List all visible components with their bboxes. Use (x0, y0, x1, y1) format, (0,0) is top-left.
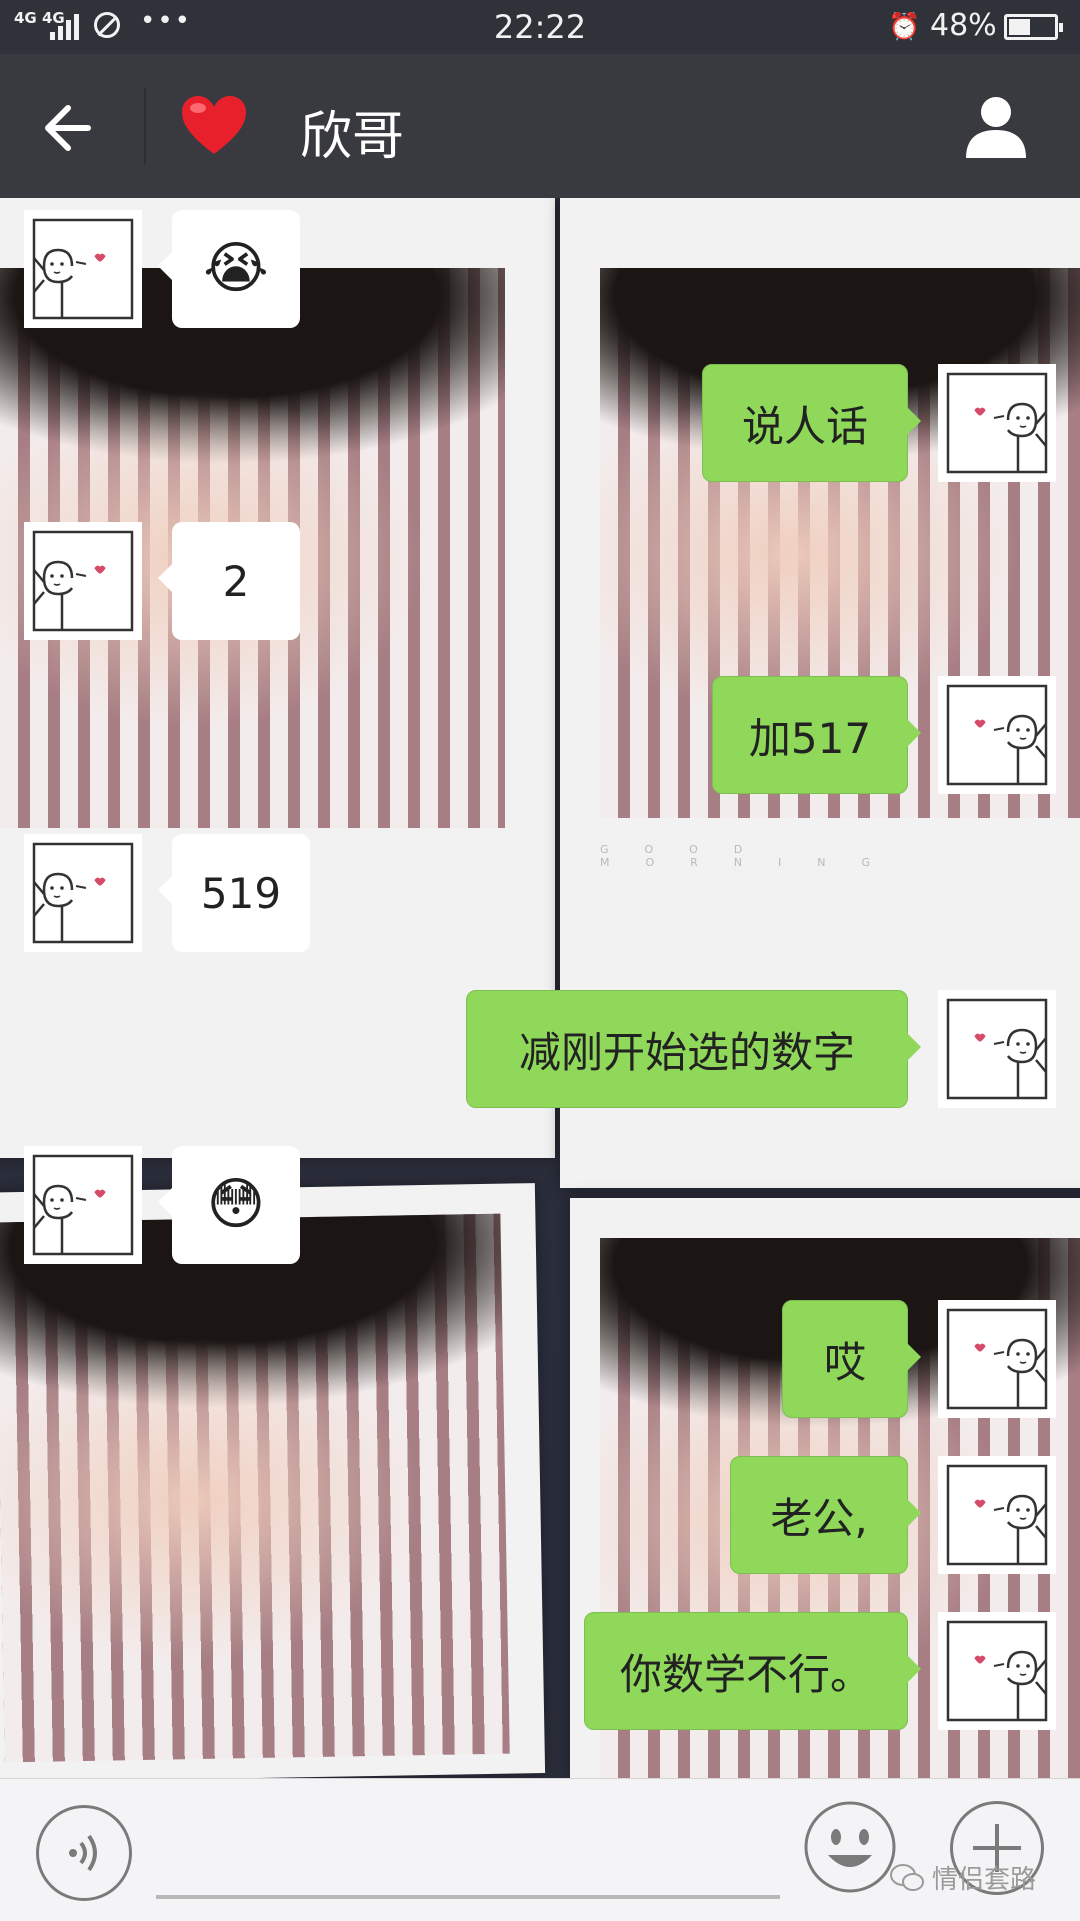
message-row: 你数学不行。 (0, 1612, 1080, 1730)
chat-area[interactable]: GOOD MORNING GOOD MORNING 😭说人话2加517519减刚… (0, 198, 1080, 1778)
chat-title: 欣哥 (300, 107, 405, 167)
person-icon[interactable] (962, 92, 1030, 160)
incoming-message-bubble[interactable]: 😳 (158, 1146, 300, 1264)
status-bar: 4G 4G ••• 22:22 ⏰ 48% (0, 0, 1080, 54)
my-avatar[interactable] (938, 676, 1056, 794)
message-text: 519 (200, 868, 282, 918)
my-avatar[interactable] (938, 364, 1056, 482)
crying-face-emoji: 😭 (203, 236, 269, 301)
my-avatar[interactable] (938, 1612, 1056, 1730)
outgoing-message-bubble[interactable]: 加517 (712, 676, 921, 794)
outgoing-message-bubble[interactable]: 老公, (730, 1456, 921, 1574)
contact-avatar[interactable] (24, 834, 142, 952)
flushed-face-emoji: 😳 (206, 1172, 266, 1237)
message-input[interactable] (156, 1895, 780, 1899)
chat-header: 欣哥 (0, 54, 1080, 198)
my-avatar[interactable] (938, 990, 1056, 1108)
message-row: 老公, (0, 1456, 1080, 1574)
message-text: 2 (222, 556, 250, 606)
battery-fill (1009, 19, 1030, 35)
message-text: 哎 (823, 1337, 866, 1387)
watermark: 情侣套路 (890, 1859, 1036, 1896)
message-row: 519 (0, 834, 1080, 952)
message-row: 哎 (0, 1300, 1080, 1418)
battery-percent: 48% (930, 8, 997, 43)
alarm-clock-icon: ⏰ (888, 12, 921, 42)
message-text: 加517 (748, 713, 872, 763)
message-row: 😳 (0, 1146, 1080, 1264)
voice-icon[interactable] (36, 1805, 132, 1901)
message-text: 你数学不行。 (619, 1649, 872, 1699)
contact-avatar[interactable] (24, 210, 142, 328)
message-text: 减刚开始选的数字 (518, 1027, 855, 1077)
red-heart-icon (182, 96, 246, 154)
message-row: 减刚开始选的数字 (0, 990, 1080, 1108)
my-avatar[interactable] (938, 1456, 1056, 1574)
watermark-text: 情侣套路 (932, 1865, 1037, 1895)
contact-avatar[interactable] (24, 522, 142, 640)
my-avatar[interactable] (938, 1300, 1056, 1418)
outgoing-message-bubble[interactable]: 减刚开始选的数字 (466, 990, 921, 1108)
incoming-message-bubble[interactable]: 2 (158, 522, 300, 640)
message-text: 说人话 (741, 401, 868, 451)
smiley-icon[interactable] (802, 1799, 898, 1895)
message-text: 老公, (770, 1493, 868, 1543)
header-divider (144, 88, 146, 164)
message-row: 2 (0, 522, 1080, 640)
message-row: 加517 (0, 676, 1080, 794)
contact-avatar[interactable] (24, 1146, 142, 1264)
outgoing-message-bubble[interactable]: 你数学不行。 (584, 1612, 921, 1730)
wechat-icon (890, 1863, 924, 1891)
message-row: 说人话 (0, 364, 1080, 482)
outgoing-message-bubble[interactable]: 哎 (782, 1300, 921, 1418)
back-arrow-icon[interactable] (40, 96, 104, 160)
input-bar: 情侣套路 (0, 1778, 1080, 1921)
outgoing-message-bubble[interactable]: 说人话 (702, 364, 921, 482)
incoming-message-bubble[interactable]: 😭 (158, 210, 300, 328)
incoming-message-bubble[interactable]: 519 (158, 834, 310, 952)
message-row: 😭 (0, 210, 1080, 328)
battery-icon (1004, 14, 1063, 40)
